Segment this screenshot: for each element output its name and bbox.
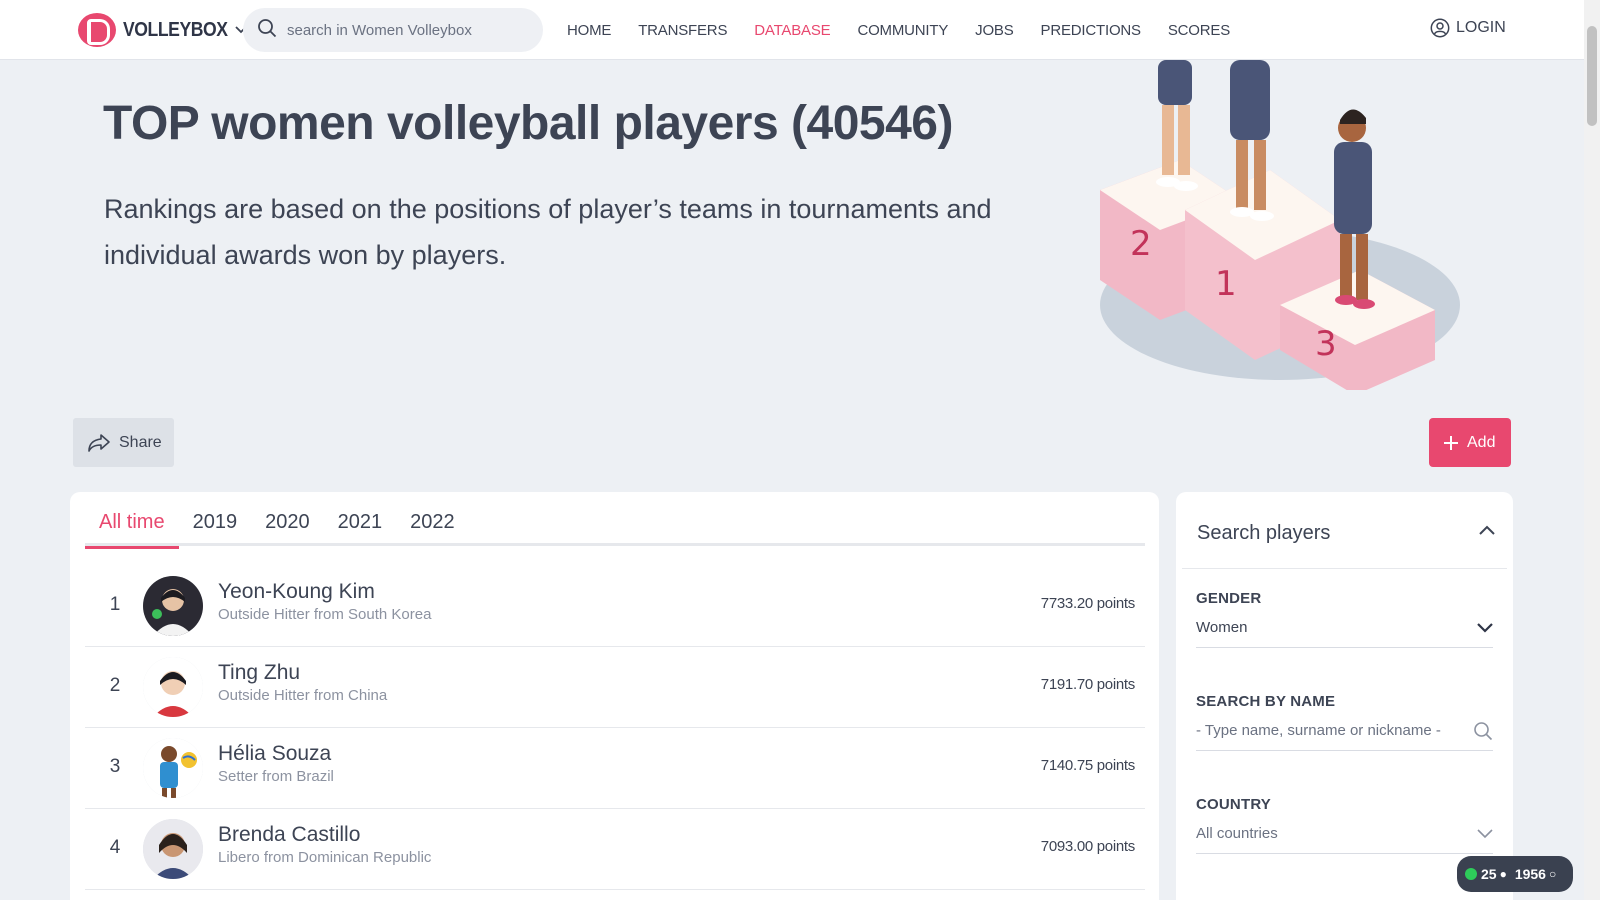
player-position-country: Outside Hitter from South Korea — [218, 606, 432, 623]
add-label: Add — [1467, 433, 1496, 451]
player-avatar[interactable] — [143, 657, 203, 717]
player-rank: 1 — [109, 594, 121, 615]
player-points: 7140.75 points — [1040, 757, 1136, 774]
player-avatar[interactable] — [143, 738, 203, 798]
tab-2021[interactable]: 2021 — [324, 506, 397, 546]
chevron-down-icon — [1477, 828, 1493, 838]
player-points: 7733.20 points — [1040, 595, 1136, 612]
logo-text: VOLLEYBOX — [123, 18, 228, 41]
tab-all-time[interactable]: All time — [85, 506, 179, 549]
login-button[interactable]: LOGIN — [1430, 18, 1506, 38]
player-row[interactable]: 3 Hélia Souza Setter from Brazil 7140.75… — [85, 728, 1145, 809]
nav-home[interactable]: HOME — [567, 22, 611, 39]
nav-jobs[interactable]: JOBS — [975, 22, 1014, 39]
player-points: 7191.70 points — [1040, 676, 1136, 693]
share-button[interactable]: Share — [73, 418, 174, 467]
nav-transfers[interactable]: TRANSFERS — [638, 22, 727, 39]
nav-database[interactable]: DATABASE — [754, 22, 830, 39]
scrollbar-thumb[interactable] — [1587, 26, 1597, 126]
player-name[interactable]: Hélia Souza — [218, 742, 331, 766]
tab-2019[interactable]: 2019 — [179, 506, 252, 546]
podium-number-2: 2 — [1130, 224, 1152, 264]
share-arrow-icon — [88, 433, 110, 452]
player-points: 7093.00 points — [1040, 838, 1136, 855]
chevron-up-icon[interactable] — [1479, 522, 1495, 540]
search-icon — [257, 18, 277, 43]
site-logo[interactable]: VOLLEYBOX — [78, 12, 248, 48]
tab-2020[interactable]: 2020 — [251, 506, 324, 546]
search-by-name-label: SEARCH BY NAME — [1196, 693, 1336, 710]
user-outline-icon: ○ — [1548, 867, 1557, 881]
page-title: TOP women volleyball players (40546) — [103, 97, 953, 150]
online-count-a: 25 — [1481, 866, 1497, 882]
country-value: All countries — [1196, 825, 1278, 842]
player-row[interactable]: 1 Yeon-Koung Kim Outside Hitter from Sou… — [85, 566, 1145, 647]
gender-select[interactable]: Women — [1196, 608, 1493, 648]
country-select[interactable]: All countries — [1196, 814, 1493, 854]
volleyball-logo-icon — [78, 13, 116, 47]
podium-illustration: 2 1 3 — [1100, 60, 1460, 390]
online-count-b: 1956 — [1514, 866, 1546, 882]
page-description: Rankings are based on the positions of p… — [104, 194, 992, 270]
year-tabs: All time 2019 2020 2021 2022 — [85, 506, 1145, 549]
online-users-widget[interactable]: 25 ● 1956 ○ — [1457, 856, 1573, 892]
player-avatar[interactable] — [143, 819, 203, 879]
player-rank: 2 — [109, 675, 121, 696]
nav-community[interactable]: COMMUNITY — [857, 22, 948, 39]
gender-value: Women — [1196, 619, 1248, 636]
search-players-header[interactable]: Search players — [1182, 492, 1507, 569]
main-nav: HOME TRANSFERS DATABASE COMMUNITY JOBS P… — [567, 0, 1257, 60]
player-row[interactable]: 2 Ting Zhu Outside Hitter from China 719… — [85, 647, 1145, 728]
country-label: COUNTRY — [1196, 796, 1272, 813]
plus-icon — [1444, 435, 1458, 450]
player-list: 1 Yeon-Koung Kim Outside Hitter from Sou… — [85, 566, 1145, 890]
search-icon[interactable] — [1473, 721, 1493, 741]
player-rank: 4 — [109, 837, 121, 858]
nav-scores[interactable]: SCORES — [1168, 22, 1230, 39]
player-name[interactable]: Brenda Castillo — [218, 823, 360, 847]
podium-number-1: 1 — [1215, 264, 1237, 304]
ranking-card: All time 2019 2020 2021 2022 1 Yeon-Koun… — [70, 492, 1159, 900]
player-position-country: Libero from Dominican Republic — [218, 849, 432, 866]
chevron-down-icon — [1477, 622, 1493, 633]
login-label: LOGIN — [1456, 19, 1506, 36]
search-players-panel: Search players GENDER Women SEARCH BY NA… — [1176, 492, 1513, 900]
player-name[interactable]: Ting Zhu — [218, 661, 300, 685]
nav-predictions[interactable]: PREDICTIONS — [1041, 22, 1142, 39]
player-position-country: Setter from Brazil — [218, 768, 334, 785]
user-icon: ● — [1499, 867, 1507, 881]
online-status-icon — [1465, 868, 1477, 880]
user-circle-icon — [1430, 18, 1450, 38]
page-scrollbar[interactable] — [1584, 0, 1600, 900]
player-position-country: Outside Hitter from China — [218, 687, 388, 704]
top-navigation-bar: VOLLEYBOX HOME TRANSFERS DATABASE COMMUN… — [0, 0, 1584, 60]
tab-2022[interactable]: 2022 — [396, 506, 469, 546]
player-avatar[interactable] — [143, 576, 203, 636]
player-row[interactable]: 4 Brenda Castillo Libero from Dominican … — [85, 809, 1145, 890]
podium-number-3: 3 — [1315, 324, 1337, 364]
player-rank: 3 — [109, 756, 121, 777]
gender-label: GENDER — [1196, 590, 1262, 607]
name-search-field[interactable] — [1196, 711, 1493, 751]
player-name[interactable]: Yeon-Koung Kim — [218, 580, 375, 604]
name-search-input[interactable] — [1196, 722, 1456, 739]
share-label: Share — [119, 433, 162, 451]
add-button[interactable]: Add — [1429, 418, 1511, 467]
site-search[interactable] — [243, 8, 543, 52]
search-players-title: Search players — [1197, 522, 1331, 544]
search-input[interactable] — [287, 21, 527, 39]
